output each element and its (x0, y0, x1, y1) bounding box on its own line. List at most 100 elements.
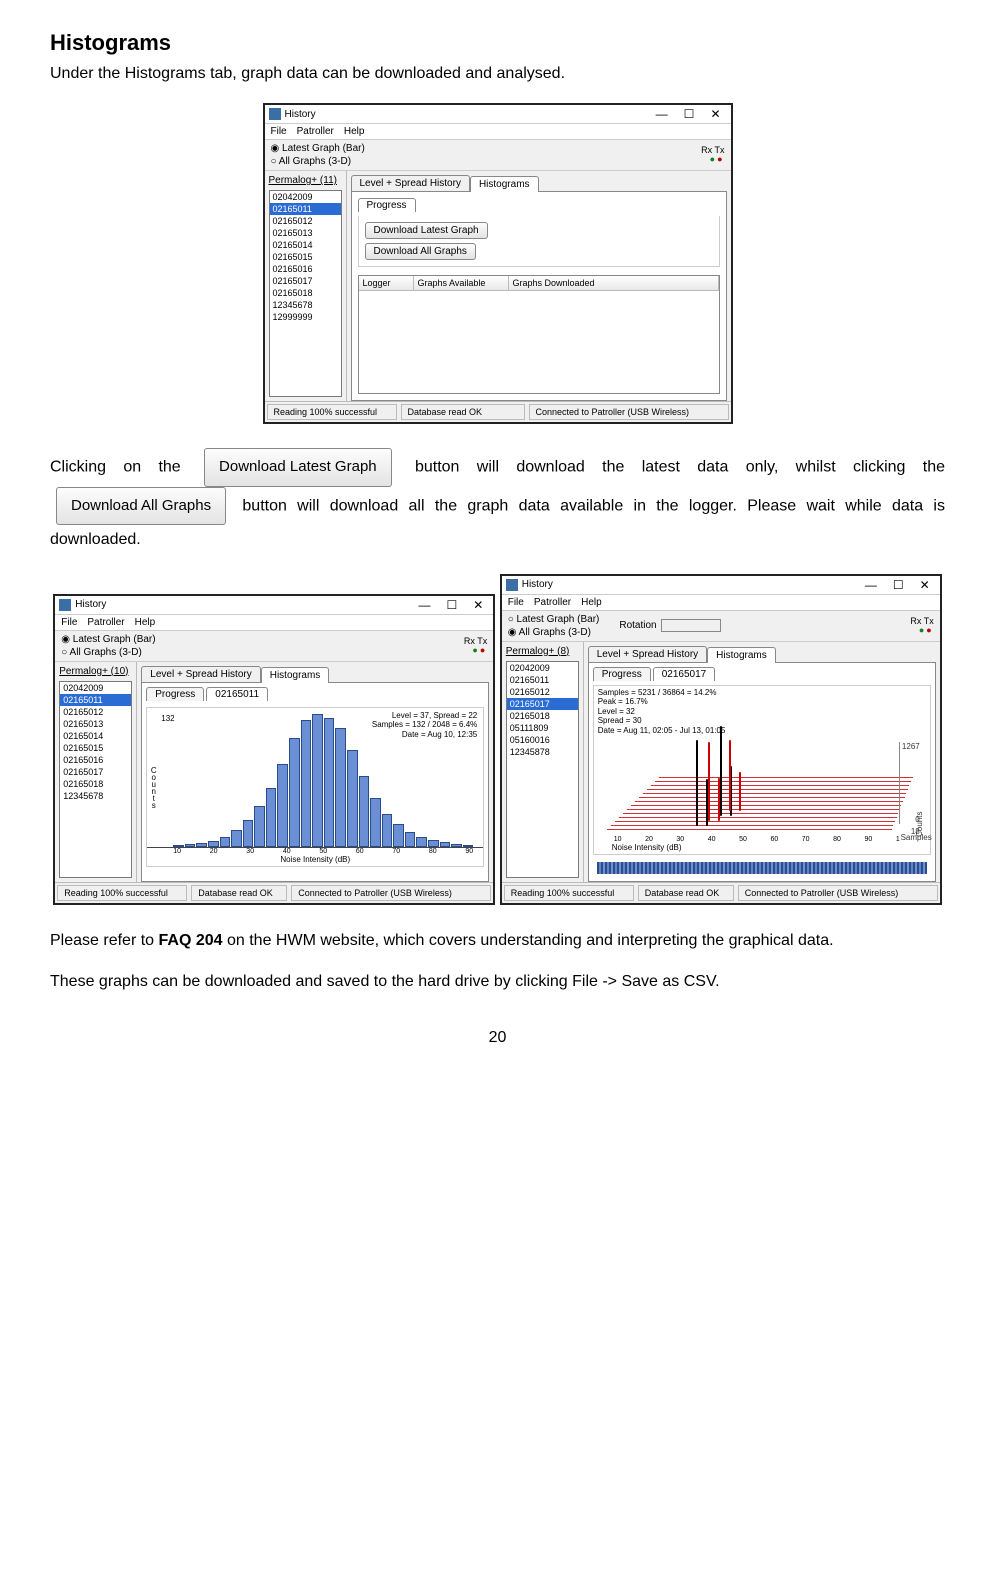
radio-all-graphs[interactable]: All Graphs (3-D) (61, 647, 155, 658)
minimize-button[interactable]: — (412, 598, 436, 612)
download-all-graphs-button-inline[interactable]: Download All Graphs (56, 487, 226, 526)
list-item[interactable]: 02165016 (270, 263, 341, 275)
list-item[interactable]: 02042009 (507, 662, 578, 674)
bar (220, 837, 231, 847)
subtab-progress[interactable]: Progress (146, 687, 204, 701)
subtab-logger[interactable]: 02165011 (206, 687, 268, 701)
list-item[interactable]: 02165018 (270, 287, 341, 299)
intro-paragraph: Under the Histograms tab, graph data can… (50, 62, 945, 85)
list-item[interactable]: 02165011 (507, 674, 578, 686)
list-item[interactable]: 02165018 (60, 778, 131, 790)
list-item[interactable]: 02042009 (270, 191, 341, 203)
menu-help[interactable]: Help (344, 126, 365, 137)
list-item[interactable]: 02165012 (507, 686, 578, 698)
menu-help[interactable]: Help (135, 617, 156, 628)
rotation-input[interactable] (661, 619, 721, 632)
list-item[interactable]: 02165017 (270, 275, 341, 287)
histogram-3d-chart: Samples = 5231 / 36864 = 14.2%Peak = 16.… (593, 685, 931, 855)
list-item[interactable]: 02165015 (60, 742, 131, 754)
logger-list[interactable]: 0204200902165011021650120216501302165014… (269, 190, 342, 397)
col-graphs-downloaded: Graphs Downloaded (509, 276, 719, 290)
download-instructions-paragraph: Clicking on the Download Latest Graph bu… (50, 448, 945, 555)
radio-all-graphs[interactable]: All Graphs (3-D) (508, 627, 600, 638)
menu-file[interactable]: File (508, 597, 524, 608)
tab-histograms[interactable]: Histograms (261, 667, 330, 683)
list-item[interactable]: 02165015 (270, 251, 341, 263)
menu-file[interactable]: File (271, 126, 287, 137)
status-reading: Reading 100% successful (504, 885, 634, 901)
y-max-label: 132 (161, 714, 174, 723)
maximize-button[interactable]: ☐ (887, 578, 910, 592)
tab-histograms[interactable]: Histograms (707, 647, 776, 663)
faq-paragraph: Please refer to FAQ 204 on the HWM websi… (50, 929, 945, 952)
list-item[interactable]: 05111809 (507, 722, 578, 734)
close-button[interactable]: ✕ (914, 578, 936, 592)
list-item[interactable]: 02165011 (60, 694, 131, 706)
list-item[interactable]: 12999999 (270, 311, 341, 323)
bar (208, 841, 219, 847)
subtab-progress[interactable]: Progress (593, 667, 651, 681)
list-item[interactable]: 02165013 (270, 227, 341, 239)
menu-patroller[interactable]: Patroller (297, 126, 334, 137)
radio-all-graphs[interactable]: All Graphs (3-D) (271, 156, 365, 167)
menu-patroller[interactable]: Patroller (87, 617, 124, 628)
maximize-button[interactable]: ☐ (440, 598, 463, 612)
list-item[interactable]: 02165012 (270, 215, 341, 227)
list-item[interactable]: 12345878 (507, 746, 578, 758)
bar (277, 764, 288, 847)
subtab-logger[interactable]: 02165017 (653, 667, 716, 681)
download-all-graphs-button[interactable]: Download All Graphs (365, 243, 476, 260)
radio-latest-graph[interactable]: Latest Graph (Bar) (271, 143, 365, 154)
maximize-button[interactable]: ☐ (678, 107, 701, 121)
list-item[interactable]: 02165011 (270, 203, 341, 215)
tab-level-spread[interactable]: Level + Spread History (351, 175, 470, 191)
status-connection: Connected to Patroller (USB Wireless) (529, 404, 729, 420)
list-item[interactable]: 02165017 (60, 766, 131, 778)
z-zero-label: 0 (915, 815, 919, 824)
radio-latest-graph[interactable]: Latest Graph (Bar) (61, 634, 155, 645)
subtab-progress[interactable]: Progress (358, 198, 416, 212)
menu-patroller[interactable]: Patroller (534, 597, 571, 608)
list-item[interactable]: 12345678 (60, 790, 131, 802)
bar (347, 750, 358, 847)
list-item[interactable]: 02165012 (60, 706, 131, 718)
list-item[interactable]: 02165018 (507, 710, 578, 722)
list-item[interactable]: 02165016 (60, 754, 131, 766)
list-item[interactable]: 02042009 (60, 682, 131, 694)
menu-help[interactable]: Help (581, 597, 602, 608)
logger-list[interactable]: 0204200902165011021650120216501302165014… (59, 681, 132, 878)
menu-file[interactable]: File (61, 617, 77, 628)
download-latest-graph-button[interactable]: Download Latest Graph (365, 222, 488, 239)
peak-line (708, 742, 710, 820)
rx-tx-indicator: Rx Tx ●● (910, 617, 933, 635)
window-title: History (522, 579, 553, 590)
rx-tx-indicator: Rx Tx ●● (701, 146, 724, 164)
logger-list[interactable]: 0204200902165011021650120216501702165018… (506, 661, 579, 878)
bar (370, 798, 381, 846)
faq-reference: FAQ 204 (159, 932, 223, 949)
bar (231, 830, 242, 846)
list-item[interactable]: 05160016 (507, 734, 578, 746)
save-csv-paragraph: These graphs can be downloaded and saved… (50, 970, 945, 993)
permalog-link[interactable]: Permalog+ (10) (59, 666, 132, 677)
tab-level-spread[interactable]: Level + Spread History (141, 666, 260, 682)
close-button[interactable]: ✕ (704, 107, 726, 121)
list-item[interactable]: 02165017 (507, 698, 578, 710)
stripe-separator (597, 862, 927, 874)
permalog-link[interactable]: Permalog+ (8) (506, 646, 579, 657)
bar (289, 738, 300, 847)
list-item[interactable]: 02165013 (60, 718, 131, 730)
radio-latest-graph[interactable]: Latest Graph (Bar) (508, 614, 600, 625)
download-latest-graph-button-inline[interactable]: Download Latest Graph (204, 448, 392, 487)
tab-histograms[interactable]: Histograms (470, 176, 539, 192)
tab-level-spread[interactable]: Level + Spread History (588, 646, 707, 662)
minimize-button[interactable]: — (859, 578, 883, 592)
list-item[interactable]: 02165014 (270, 239, 341, 251)
page-number: 20 (50, 1029, 945, 1047)
close-button[interactable]: ✕ (467, 598, 489, 612)
bar (185, 844, 196, 847)
minimize-button[interactable]: — (650, 107, 674, 121)
list-item[interactable]: 02165014 (60, 730, 131, 742)
list-item[interactable]: 12345678 (270, 299, 341, 311)
permalog-link[interactable]: Permalog+ (11) (269, 175, 342, 186)
